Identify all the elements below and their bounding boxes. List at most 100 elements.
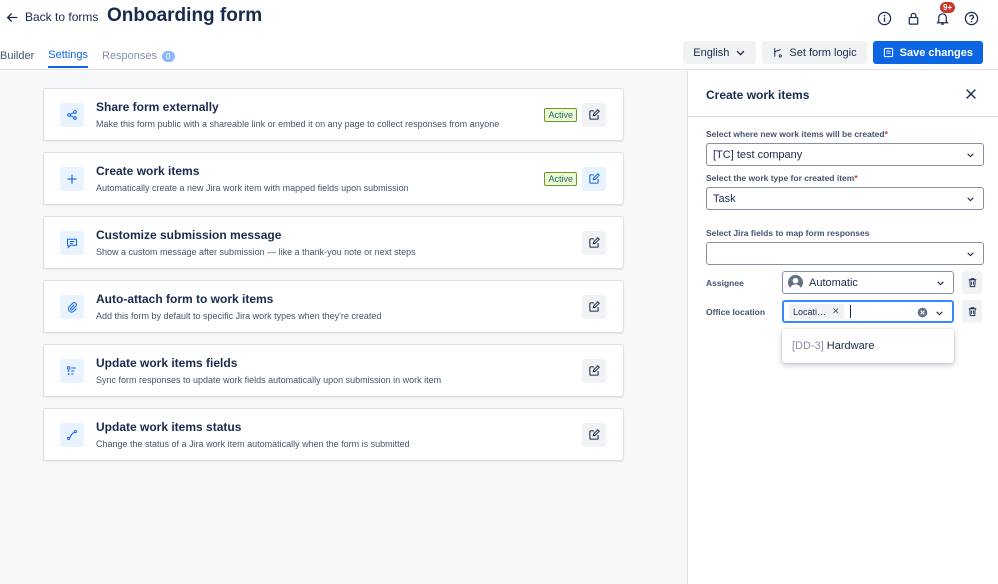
panel-title: Create work items [706,88,810,102]
message-icon [60,231,84,255]
responses-count-badge: 0 [162,50,175,62]
card-description: Add this form by default to specific Jir… [96,311,382,321]
info-button[interactable] [873,7,895,29]
edit-button[interactable] [582,231,606,255]
language-select[interactable]: English [683,41,757,64]
card-description: Change the status of a Jira work item au… [96,439,410,449]
assignee-label: Assignee [706,278,744,288]
settings-main: Share form externally Make this form pub… [0,71,687,584]
option-value: Hardware [826,340,875,352]
edit-icon [589,301,600,312]
set-form-logic-label: Set form logic [789,46,857,59]
card-description: Sync form responses to update work field… [96,375,442,385]
card-customize-submission-message: Customize submission message Show a cust… [43,216,624,269]
card-description: Automatically create a new Jira work ite… [96,183,409,193]
card-title: Auto-attach form to work items [96,292,274,306]
lock-icon [908,12,918,25]
tab-builder[interactable]: Builder [0,49,34,68]
tab-responses[interactable]: Responses 0 [102,49,175,68]
work-type-select[interactable]: Task [706,187,984,210]
chevron-down-icon [937,281,944,286]
card-title: Share form externally [96,100,219,114]
avatar [788,275,803,290]
selected-tag: Locati… ✕ [789,304,844,319]
type-label: Select the work type for created item* [706,173,858,183]
help-button[interactable] [960,7,982,29]
card-create-work-items: Create work items Automatically create a… [43,152,624,205]
chevron-down-icon [936,311,943,316]
status-icon [60,423,84,447]
chevron-down-icon [967,153,974,158]
panel-header: Create work items [688,71,998,117]
assignee-select[interactable]: Automatic [782,271,954,294]
tab-settings[interactable]: Settings [48,49,88,68]
edit-button[interactable] [582,423,606,447]
required-marker: * [854,173,858,183]
option-key: [DD-3] [792,340,824,352]
card-auto-attach-form: Auto-attach form to work items Add this … [43,280,624,333]
type-label-text: Select the work type for created item [706,173,855,183]
chevron-down-icon [736,50,745,56]
trash-icon [968,278,976,288]
close-icon[interactable] [964,87,978,101]
delete-assignee-button[interactable] [962,271,982,294]
notification-badge: 9+ [940,2,956,13]
assignee-value: Automatic [809,276,858,289]
tab-builder-label: Builder [0,50,35,62]
save-icon [883,47,893,58]
card-description: Show a custom message after submission —… [96,247,416,257]
text-cursor [849,305,851,318]
card-update-work-items-status: Update work items status Change the stat… [43,408,624,461]
save-changes-label: Save changes [899,46,973,59]
plus-icon [60,167,84,191]
card-update-work-items-fields: Update work items fields Sync form respo… [43,344,624,397]
edit-icon [589,365,600,376]
card-title: Update work items fields [96,356,238,370]
office-location-select[interactable]: Locati… ✕ [782,300,954,323]
status-badge: Active [544,108,577,122]
delete-office-location-button[interactable] [962,300,982,323]
edit-icon [589,237,600,248]
tab-settings-label: Settings [48,49,88,61]
edit-button[interactable] [582,359,606,383]
arrow-left-icon [6,12,18,22]
lock-button[interactable] [902,7,924,29]
status-badge: Active [544,172,577,186]
office-location-option[interactable]: [DD-3] Hardware [782,329,954,363]
remove-tag-icon[interactable]: ✕ [832,306,840,317]
office-location-label: Office location [706,307,766,317]
paperclip-icon [60,295,84,319]
set-form-logic-button[interactable]: Set form logic [762,41,867,64]
info-icon [877,11,891,25]
fields-icon [60,359,84,383]
help-icon [964,11,978,25]
card-title: Customize submission message [96,228,282,242]
notifications-button[interactable]: 9+ [931,2,956,29]
page-title: Onboarding form [107,5,263,26]
edit-button[interactable] [582,103,606,127]
where-label: Select where new work items will be crea… [706,129,888,139]
required-marker: * [884,129,888,139]
edit-icon [589,173,600,184]
edit-icon [589,109,600,120]
trash-icon [968,307,976,317]
card-title: Create work items [96,164,200,178]
tab-responses-label: Responses [102,50,158,62]
card-description: Make this form public with a shareable l… [96,119,500,129]
language-value: English [693,46,730,59]
chevron-down-icon [967,252,974,257]
clear-icon[interactable] [917,307,928,318]
edit-button[interactable] [582,295,606,319]
save-changes-button[interactable]: Save changes [872,41,983,64]
map-fields-label: Select Jira fields to map form responses [706,228,870,238]
chevron-down-icon [967,197,974,202]
create-work-items-panel: Create work items Select where new work … [687,71,998,584]
branch-icon [774,48,783,58]
back-to-forms-link[interactable]: Back to forms [6,8,98,26]
where-value: [TC] test company [713,148,803,161]
card-share-form-externally: Share form externally Make this form pub… [43,88,624,141]
edit-button[interactable] [582,167,606,191]
map-fields-select[interactable] [706,242,984,265]
where-select[interactable]: [TC] test company [706,143,984,166]
card-title: Update work items status [96,420,242,434]
